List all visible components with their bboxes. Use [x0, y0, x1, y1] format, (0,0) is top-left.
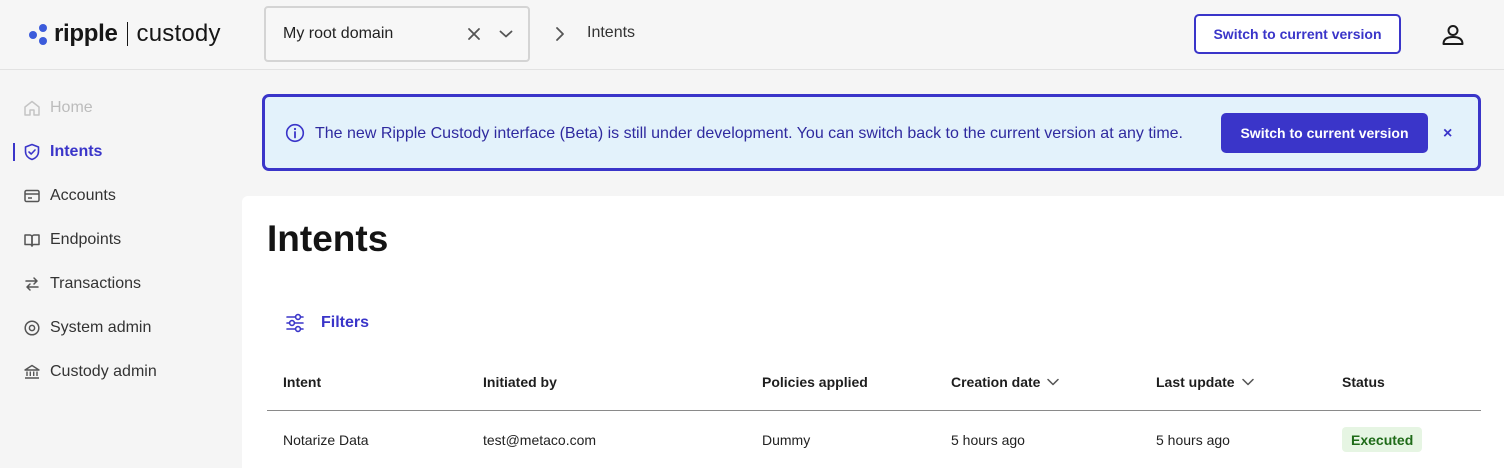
- filters-label: Filters: [321, 314, 370, 331]
- clear-icon[interactable]: [464, 24, 484, 44]
- chevron-down-icon[interactable]: [496, 24, 516, 44]
- column-header-policies-applied: Policies applied: [762, 374, 868, 390]
- sidebar: Home Intents Accounts Endpoints Transact…: [0, 70, 240, 468]
- shield-check-icon: [22, 142, 42, 162]
- active-indicator: [13, 143, 15, 161]
- logo-product-name: custody: [136, 20, 221, 47]
- sidebar-item-custody-admin[interactable]: Custody admin: [22, 358, 157, 386]
- sidebar-item-transactions[interactable]: Transactions: [22, 270, 141, 298]
- cell-intent: Notarize Data: [283, 432, 369, 448]
- breadcrumb-current[interactable]: Intents: [587, 24, 635, 42]
- table-header-divider: [267, 410, 1481, 411]
- user-icon[interactable]: [1440, 22, 1466, 48]
- sidebar-item-label: System admin: [50, 319, 152, 336]
- bank-icon: [22, 362, 42, 382]
- sidebar-item-intents[interactable]: Intents: [22, 138, 102, 166]
- sidebar-item-home[interactable]: Home: [22, 94, 93, 122]
- cell-last-update: 5 hours ago: [1156, 432, 1230, 448]
- filters-button[interactable]: Filters: [284, 312, 369, 334]
- home-icon: [22, 98, 42, 118]
- book-icon: [22, 230, 42, 250]
- cell-creation-date: 5 hours ago: [951, 432, 1025, 448]
- transfer-icon: [22, 274, 42, 294]
- sidebar-item-system-admin[interactable]: System admin: [22, 314, 151, 342]
- status-badge: Executed: [1342, 427, 1423, 452]
- column-header-creation-date[interactable]: Creation date: [951, 374, 1060, 390]
- top-bar: ripple custody My root domain Intents Sw…: [0, 0, 1504, 70]
- gear-icon: [22, 318, 42, 338]
- sidebar-item-label: Home: [50, 99, 93, 116]
- sidebar-item-label: Intents: [50, 143, 103, 160]
- ripple-custody-logo[interactable]: ripple custody: [28, 18, 221, 50]
- domain-select[interactable]: My root domain: [264, 6, 530, 62]
- sidebar-item-label: Custody admin: [50, 363, 157, 380]
- sidebar-item-label: Endpoints: [50, 231, 122, 248]
- sidebar-item-accounts[interactable]: Accounts: [22, 182, 116, 210]
- banner-switch-button[interactable]: Switch to current version: [1221, 113, 1428, 153]
- domain-select-value: My root domain: [283, 25, 394, 42]
- column-header-initiated-by: Initiated by: [483, 374, 557, 390]
- sort-chevron-icon: [1241, 378, 1254, 386]
- cell-policies: Dummy: [762, 432, 811, 448]
- page-title: Intents: [267, 218, 389, 259]
- breadcrumb-chevron-icon: [552, 25, 568, 43]
- beta-banner: The new Ripple Custody interface (Beta) …: [262, 94, 1481, 171]
- wallet-icon: [22, 186, 42, 206]
- sliders-icon: [284, 312, 306, 334]
- banner-message: The new Ripple Custody interface (Beta) …: [315, 125, 1183, 142]
- ripple-logo-icon: [28, 23, 50, 45]
- column-header-status: Status: [1342, 374, 1385, 390]
- close-icon[interactable]: ×: [1443, 125, 1452, 143]
- logo-divider: [126, 22, 128, 46]
- main-content: Intents Filters Intent Initiated by Poli…: [242, 196, 1504, 468]
- sidebar-item-label: Accounts: [50, 187, 116, 204]
- info-icon: [285, 123, 305, 143]
- column-header-last-update[interactable]: Last update: [1156, 374, 1255, 390]
- column-header-intent: Intent: [283, 374, 322, 390]
- logo-wordmark: ripple: [54, 20, 118, 47]
- switch-to-current-version-button[interactable]: Switch to current version: [1194, 14, 1401, 54]
- sidebar-item-endpoints[interactable]: Endpoints: [22, 226, 121, 254]
- sort-chevron-icon: [1047, 378, 1060, 386]
- sidebar-item-label: Transactions: [50, 275, 141, 292]
- cell-initiated-by: test@metaco.com: [483, 432, 597, 448]
